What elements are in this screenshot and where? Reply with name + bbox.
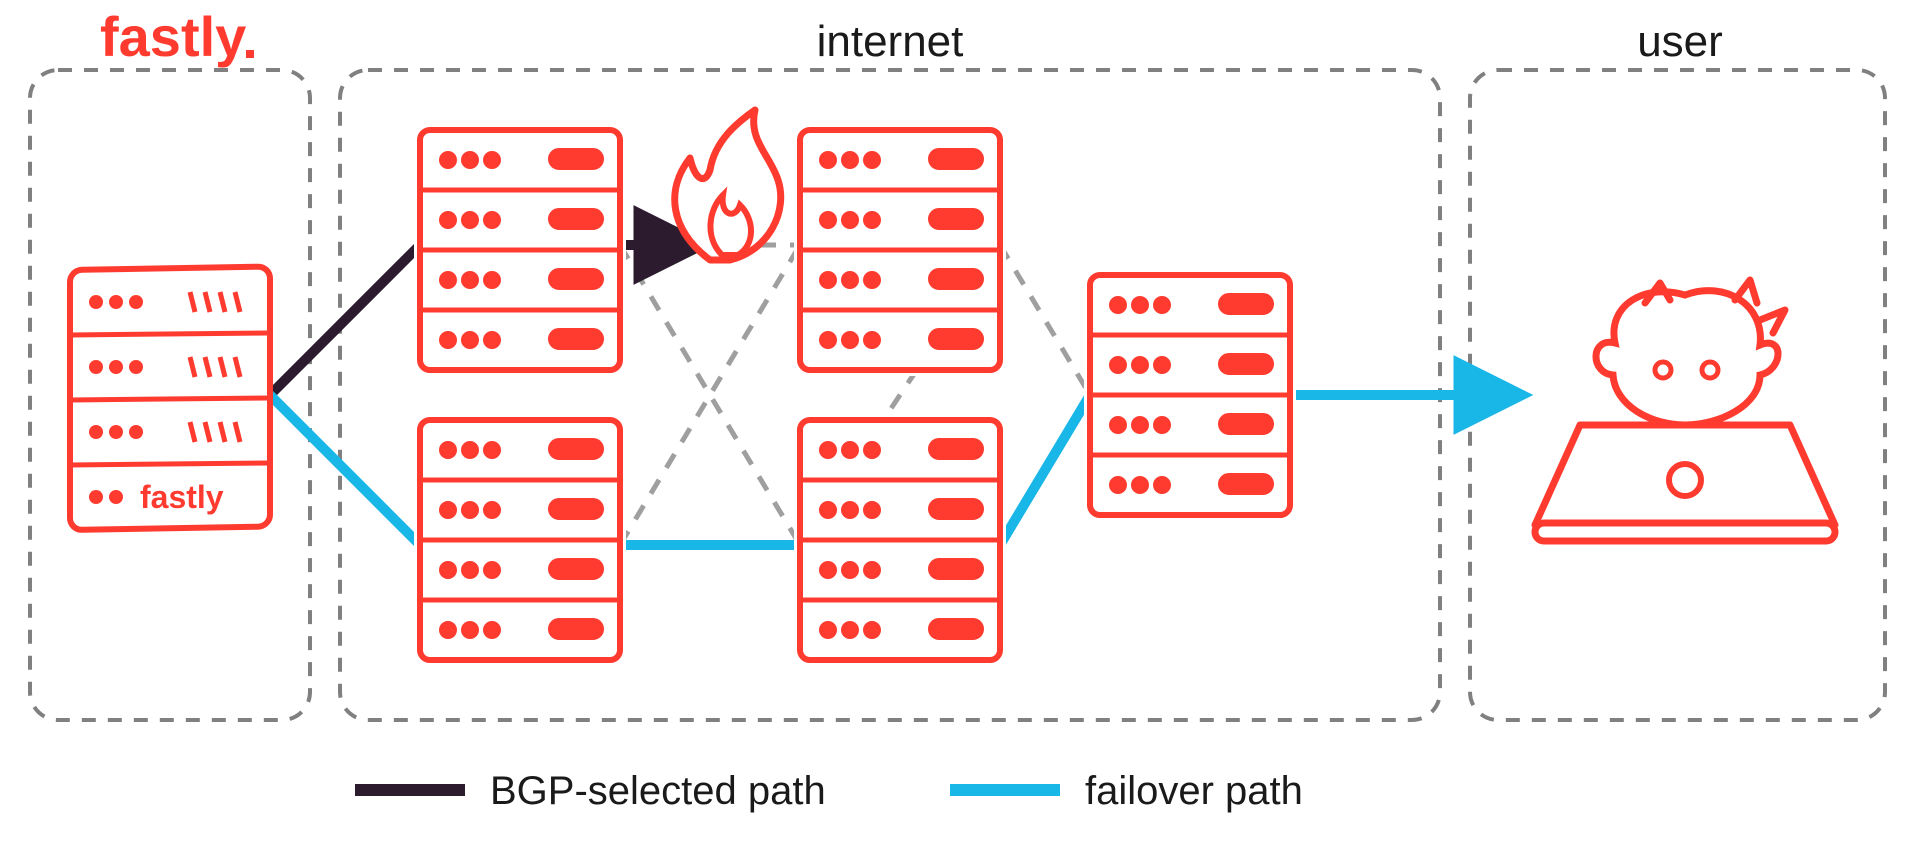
- internet-server-top-right: [794, 124, 1006, 376]
- fastly-server: fastly: [70, 267, 270, 530]
- internet-label: internet: [817, 17, 964, 66]
- fire-icon: [675, 110, 781, 260]
- internet-server-bottom-left: [414, 414, 626, 666]
- legend-failover-label: failover path: [1085, 769, 1303, 813]
- legend: BGP-selected path failover path: [355, 769, 1303, 813]
- user-label: user: [1637, 17, 1723, 66]
- internet-server-top-left: [414, 124, 626, 376]
- fastly-server-label: fastly: [140, 479, 224, 515]
- fastly-logo-text: fastly: [100, 5, 246, 68]
- edge-server: [1084, 269, 1296, 521]
- fastly-logo: fastly: [100, 5, 254, 68]
- legend-bgp-label: BGP-selected path: [490, 769, 826, 813]
- network-diagram: fastly internet user fastl: [0, 0, 1916, 851]
- internet-server-bottom-right: [794, 414, 1006, 666]
- user-illustration: [1535, 280, 1835, 541]
